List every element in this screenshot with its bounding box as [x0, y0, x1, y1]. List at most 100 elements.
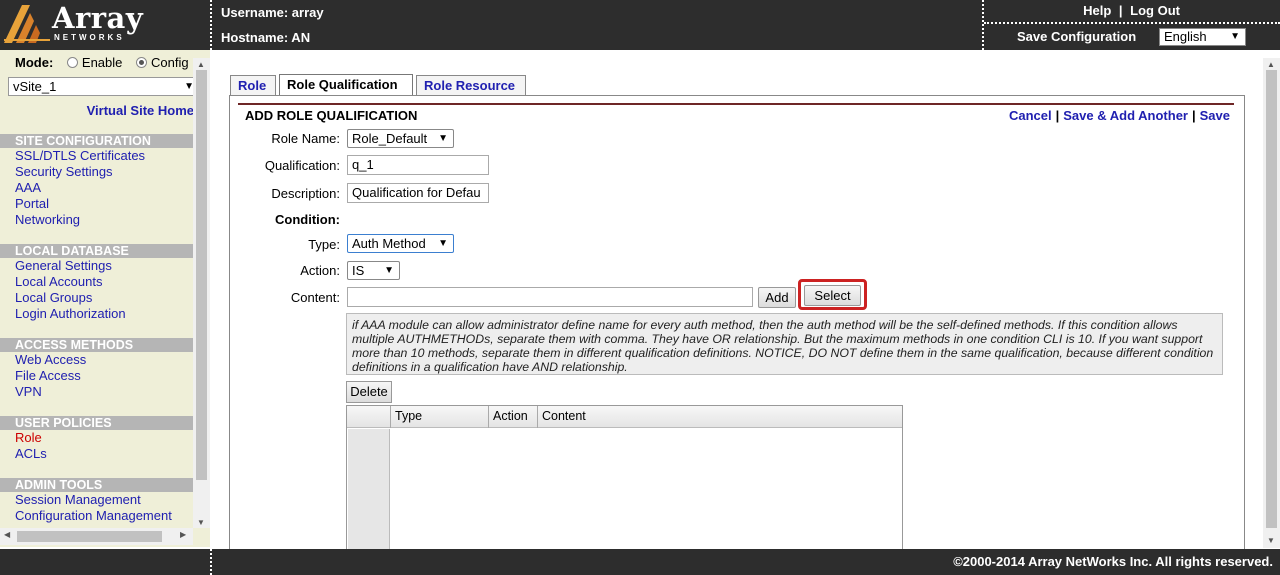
sidebar-section-access-methods: ACCESS METHODS Web Access File Access VP… — [0, 338, 193, 400]
tab-role[interactable]: Role — [230, 75, 276, 96]
role-name-value: Role_Default — [352, 131, 428, 146]
add-button[interactable]: Add — [758, 287, 796, 308]
hostname-label: Hostname: AN — [221, 30, 311, 45]
action-select[interactable]: IS ▼ — [347, 261, 400, 280]
panel-title: ADD ROLE QUALIFICATION — [245, 108, 418, 123]
help-link[interactable]: Help — [1083, 3, 1111, 18]
scrollbar-thumb[interactable] — [17, 531, 162, 542]
column-header-type[interactable]: Type — [390, 406, 487, 428]
sidebar-item-aaa[interactable]: AAA — [0, 180, 193, 196]
save-add-another-link[interactable]: Save & Add Another — [1063, 108, 1188, 123]
footer: ©2000-2014 Array NetWorks Inc. All right… — [0, 549, 1280, 575]
virtual-site-select[interactable]: vSite_1 ▼ — [8, 77, 198, 96]
language-select[interactable]: English ▼ — [1159, 28, 1246, 46]
delete-button[interactable]: Delete — [346, 381, 392, 403]
sidebar-section-title: ADMIN TOOLS — [0, 478, 193, 492]
add-role-qualification-panel: ADD ROLE QUALIFICATION Cancel | Save & Add… — [229, 95, 1245, 551]
sidebar-section-admin-tools: ADMIN TOOLS Session Management Configura… — [0, 478, 193, 524]
panel-actions: Cancel | Save & Add Another | Save — [1009, 108, 1230, 123]
main-content: Role Role Qualification Role Resource AD… — [212, 50, 1280, 551]
sidebar-section-site-configuration: SITE CONFIGURATION SSL/DTLS Certificates… — [0, 134, 193, 228]
copyright-text: ©2000-2014 Array NetWorks Inc. All right… — [953, 554, 1273, 569]
scroll-up-icon[interactable]: ▲ — [197, 60, 205, 69]
sidebar-item-local-groups[interactable]: Local Groups — [0, 290, 193, 306]
tab-role-qualification[interactable]: Role Qualification — [279, 74, 413, 96]
cancel-link[interactable]: Cancel — [1009, 108, 1052, 123]
sidebar-item-web-access[interactable]: Web Access — [0, 352, 193, 368]
sidebar-item-local-accounts[interactable]: Local Accounts — [0, 274, 193, 290]
select-button-highlight — [798, 279, 867, 310]
qualification-input[interactable]: q_1 — [347, 155, 489, 175]
content-input[interactable] — [347, 287, 753, 307]
action-separator: | — [1055, 108, 1060, 123]
sidebar: Mode: Enable Config vSite_1 ▼ Virtual Si… — [0, 50, 210, 547]
description-input[interactable]: Qualification for Defau — [347, 183, 489, 203]
column-header-action[interactable]: Action — [488, 406, 537, 428]
description-label: Description: — [271, 186, 340, 201]
type-value: Auth Method — [352, 236, 426, 251]
virtual-site-home-link[interactable]: Virtual Site Home — [87, 103, 194, 118]
header-dotted-line — [984, 22, 1280, 24]
sidebar-vertical-scrollbar[interactable]: ▲ ▼ — [193, 58, 210, 528]
scrollbar-thumb[interactable] — [1266, 70, 1277, 528]
type-select[interactable]: Auth Method ▼ — [347, 234, 454, 253]
sidebar-item-acls[interactable]: ACLs — [0, 446, 193, 462]
sidebar-item-general-settings[interactable]: General Settings — [0, 258, 193, 274]
sidebar-section-title: ACCESS METHODS — [0, 338, 193, 352]
mode-enable-label: Enable — [81, 55, 123, 70]
top-header: Array NETWORKS Username: array Hostname:… — [0, 0, 1280, 50]
scroll-left-icon[interactable]: ◀ — [4, 530, 10, 539]
sidebar-section-title: LOCAL DATABASE — [0, 244, 193, 258]
chevron-down-icon: ▼ — [384, 265, 394, 276]
username-label: Username: array — [221, 5, 324, 20]
sidebar-item-portal[interactable]: Portal — [0, 196, 193, 212]
tab-role-resource[interactable]: Role Resource — [416, 75, 526, 96]
header-divider — [210, 0, 212, 50]
sidebar-item-file-access[interactable]: File Access — [0, 368, 193, 384]
main-vertical-scrollbar[interactable]: ▲ ▼ — [1263, 58, 1280, 548]
save-link[interactable]: Save — [1200, 108, 1230, 123]
mode-config-radio[interactable] — [136, 57, 148, 68]
sidebar-section-local-database: LOCAL DATABASE General Settings Local Ac… — [0, 244, 193, 322]
logo-subtext: NETWORKS — [54, 33, 125, 42]
mode-selector: Mode: Enable Config — [15, 55, 189, 70]
sidebar-horizontal-scrollbar[interactable]: ◀ ▶ — [0, 528, 193, 545]
sidebar-item-networking[interactable]: Networking — [0, 212, 193, 228]
action-label: Action: — [300, 263, 340, 278]
save-configuration-link[interactable]: Save Configuration — [1017, 29, 1136, 44]
sidebar-item-session-management[interactable]: Session Management — [0, 492, 193, 508]
column-header-content[interactable]: Content — [537, 406, 902, 428]
link-separator: | — [1118, 3, 1123, 18]
scroll-up-icon[interactable]: ▲ — [1267, 60, 1275, 69]
mode-enable-radio[interactable] — [66, 57, 78, 68]
sidebar-item-security-settings[interactable]: Security Settings — [0, 164, 193, 180]
row-selector-column — [348, 429, 390, 551]
scroll-down-icon[interactable]: ▼ — [1267, 536, 1275, 545]
role-name-select[interactable]: Role_Default ▼ — [347, 129, 454, 148]
sidebar-item-vpn[interactable]: VPN — [0, 384, 193, 400]
sidebar-item-login-authorization[interactable]: Login Authorization — [0, 306, 193, 322]
scroll-down-icon[interactable]: ▼ — [197, 518, 205, 527]
chevron-down-icon: ▼ — [438, 238, 448, 249]
sidebar-item-configuration-management[interactable]: Configuration Management — [0, 508, 193, 524]
language-value: English — [1164, 29, 1207, 44]
mode-label: Mode: — [15, 55, 54, 70]
table-header: Type Action Content — [347, 406, 902, 428]
scrollbar-thumb[interactable] — [196, 70, 207, 480]
virtual-site-value: vSite_1 — [13, 79, 57, 94]
sidebar-item-role[interactable]: Role — [0, 430, 193, 446]
array-logo-icon — [4, 5, 50, 43]
condition-label: Condition: — [275, 212, 340, 227]
session-info: Username: array Hostname: AN — [221, 0, 324, 50]
chevron-down-icon: ▼ — [1230, 31, 1240, 42]
logo-text: Array — [52, 1, 144, 35]
footer-divider — [210, 549, 212, 575]
sidebar-item-ssl-dtls-certificates[interactable]: SSL/DTLS Certificates — [0, 148, 193, 164]
panel-top-rule — [238, 103, 1234, 105]
sidebar-section-user-policies: USER POLICIES Role ACLs — [0, 416, 193, 462]
action-separator: | — [1191, 108, 1196, 123]
chevron-down-icon: ▼ — [438, 133, 448, 144]
qualification-label: Qualification: — [264, 158, 340, 173]
scroll-right-icon[interactable]: ▶ — [180, 530, 186, 539]
logout-link[interactable]: Log Out — [1130, 3, 1180, 18]
